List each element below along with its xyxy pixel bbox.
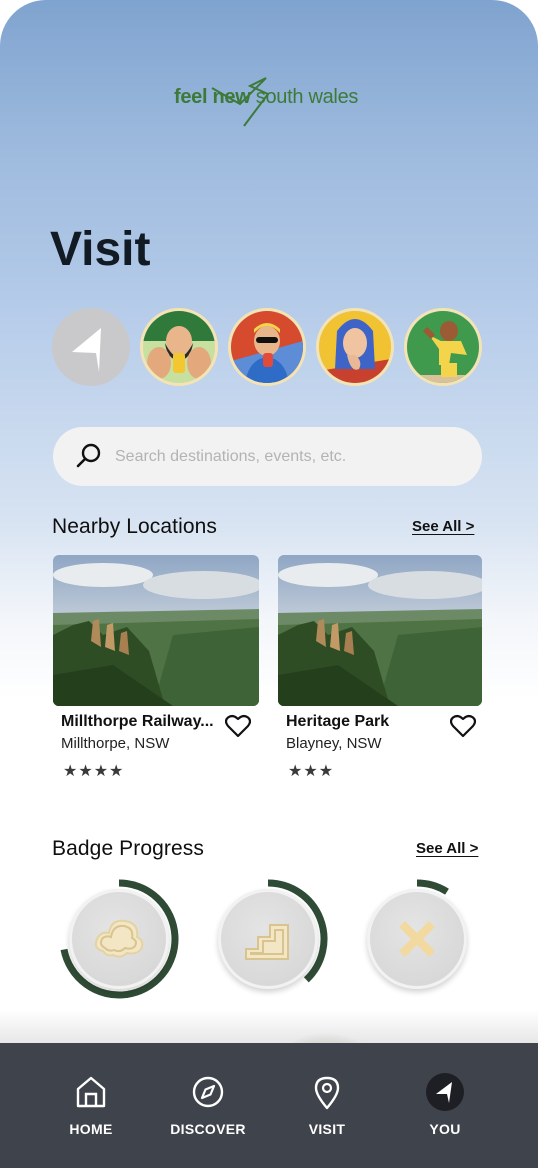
cloud-icon [94,919,144,958]
favorite-heart-icon[interactable] [225,714,251,738]
location-card[interactable]: Heritage Park Blayney, NSW ★★★ [278,555,484,795]
location-card[interactable]: Millthorpe Railway... Millthorpe, NSW ★★… [53,555,259,795]
nav-home[interactable]: HOME [50,1043,132,1168]
bottom-nav: HOME DISCOVER VISIT YOU [0,1043,538,1168]
badge-disc [218,889,318,989]
badge-progress-item[interactable] [56,876,179,1000]
search-input[interactable] [115,427,465,486]
location-photo [53,555,259,706]
nav-visit[interactable]: VISIT [286,1043,368,1168]
story-avatar-blue-hair-woman[interactable] [316,308,394,386]
location-name: Millthorpe Railway... [61,713,214,730]
nav-home-label: HOME [69,1121,113,1137]
story-location-button[interactable] [52,308,130,386]
badge-disc [367,889,467,989]
avatar-sunglasses-man [231,311,303,383]
nav-discover[interactable]: DISCOVER [163,1043,253,1168]
visit-screen: feel new south wales Visit Search destin… [0,0,538,1168]
badge-progress-title: Badge Progress [52,837,204,860]
location-name: Heritage Park [286,713,390,730]
avatar-bearded-man [143,311,215,383]
profile-arrow-icon [426,1073,464,1111]
nav-you-label: YOU [429,1121,461,1137]
stories-row [52,308,492,388]
nearby-see-all-link[interactable]: See All > [412,518,474,535]
search-bar[interactable] [53,427,482,486]
nearby-title: Nearby Locations [52,515,218,538]
home-icon [76,1076,106,1108]
logo-text: feel new south wales [174,86,359,108]
search-icon [76,443,101,468]
brand-logo: feel new south wales [170,74,370,130]
nav-you[interactable]: YOU [404,1043,486,1168]
location-place: Millthorpe, NSW [61,735,170,752]
favorite-heart-icon[interactable] [450,714,476,738]
story-avatar-bearded-man[interactable] [140,308,218,386]
compass-icon [192,1076,224,1108]
location-photo [278,555,482,706]
page-title: Visit [50,223,151,276]
badges-see-all-link[interactable]: See All > [416,840,478,857]
location-pin-icon [314,1076,340,1110]
avatar-teacher [407,311,479,383]
location-place: Blayney, NSW [286,735,382,752]
badge-progress-item[interactable] [205,876,328,1000]
stairs-icon [245,924,289,960]
nav-visit-label: VISIT [308,1121,346,1137]
nav-discover-label: DISCOVER [170,1121,246,1137]
story-avatar-sunglasses-man[interactable] [228,308,306,386]
location-arrow-icon [72,328,101,372]
badge-disc [69,889,169,989]
badge-progress-item[interactable] [354,876,474,1000]
avatar-blue-hair-woman [319,311,391,383]
story-avatar-teacher[interactable] [404,308,482,386]
close-x-icon [399,921,435,957]
star-rating: ★★★★ [63,763,125,780]
star-rating: ★★★ [288,763,335,780]
scroll-fade [0,1010,538,1044]
